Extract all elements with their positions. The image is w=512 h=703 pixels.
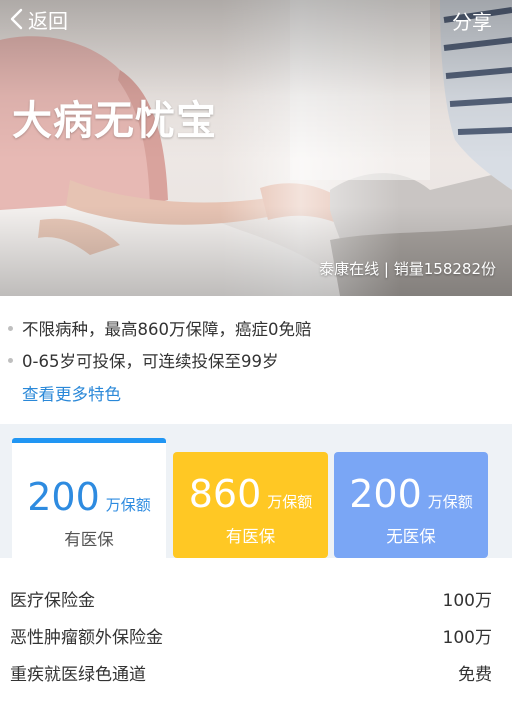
product-title: 大病无忧宝 xyxy=(12,98,217,144)
bullet-icon xyxy=(8,357,13,363)
more-features-link[interactable]: 查看更多特色 xyxy=(22,381,121,405)
benefit-value: 100万 xyxy=(442,591,492,611)
benefit-row: 医疗保险金 100万 xyxy=(0,578,512,614)
benefit-row: 恶性肿瘤额外保险金 100万 xyxy=(0,615,512,651)
benefit-name: 重疾就医绿色通道 xyxy=(10,665,146,685)
benefit-name: 恶性肿瘤额外保险金 xyxy=(10,628,163,648)
plan-selector: 200 万保额 有医保 860 万保额 有医保 200 万保额 无医保 xyxy=(0,424,512,563)
plan-subtitle: 有医保 xyxy=(225,527,276,546)
chevron-left-icon xyxy=(10,8,23,30)
features-section: 不限病种，最高860万保障，癌症0免赔 0-65岁可投保，可连续投保至99岁 查… xyxy=(0,296,512,424)
hero-banner: 返回 分享 大病无忧宝 泰康在线 | 销量158282份 xyxy=(0,0,512,296)
plan-amount: 200 xyxy=(27,475,100,519)
benefits-list: 医疗保险金 100万 恶性肿瘤额外保险金 100万 重疾就医绿色通道 免费 xyxy=(0,558,512,703)
share-button[interactable]: 分享 xyxy=(452,6,492,35)
benefit-value: 免费 xyxy=(458,665,492,685)
feature-text: 不限病种，最高860万保障，癌症0免赔 xyxy=(22,320,312,339)
plan-unit: 万保额 xyxy=(427,493,473,511)
plan-subtitle: 无医保 xyxy=(386,527,436,546)
plan-amount: 200 xyxy=(349,472,422,516)
bullet-icon xyxy=(8,325,13,331)
feature-text: 0-65岁可投保，可连续投保至99岁 xyxy=(22,352,279,371)
back-label: 返回 xyxy=(28,8,68,33)
feature-item: 0-65岁可投保，可连续投保至99岁 xyxy=(8,348,278,372)
plan-unit: 万保额 xyxy=(267,493,313,511)
plan-card-860-with-insurance[interactable]: 860 万保额 有医保 xyxy=(173,452,328,558)
plan-amount: 860 xyxy=(188,472,262,516)
back-button[interactable]: 返回 xyxy=(8,6,68,33)
plan-card-200-without-insurance[interactable]: 200 万保额 无医保 xyxy=(334,452,488,558)
plan-unit: 万保额 xyxy=(105,496,151,514)
benefit-row: 重疾就医绿色通道 免费 xyxy=(0,652,512,688)
benefit-value: 100万 xyxy=(442,628,492,648)
plan-subtitle: 有医保 xyxy=(64,530,114,549)
plan-card-200-with-insurance[interactable]: 200 万保额 有医保 xyxy=(12,438,166,563)
benefit-name: 医疗保险金 xyxy=(10,591,95,611)
feature-item: 不限病种，最高860万保障，癌症0免赔 xyxy=(8,316,312,340)
top-bar: 返回 分享 xyxy=(0,0,512,38)
product-meta: 泰康在线 | 销量158282份 xyxy=(319,260,496,278)
